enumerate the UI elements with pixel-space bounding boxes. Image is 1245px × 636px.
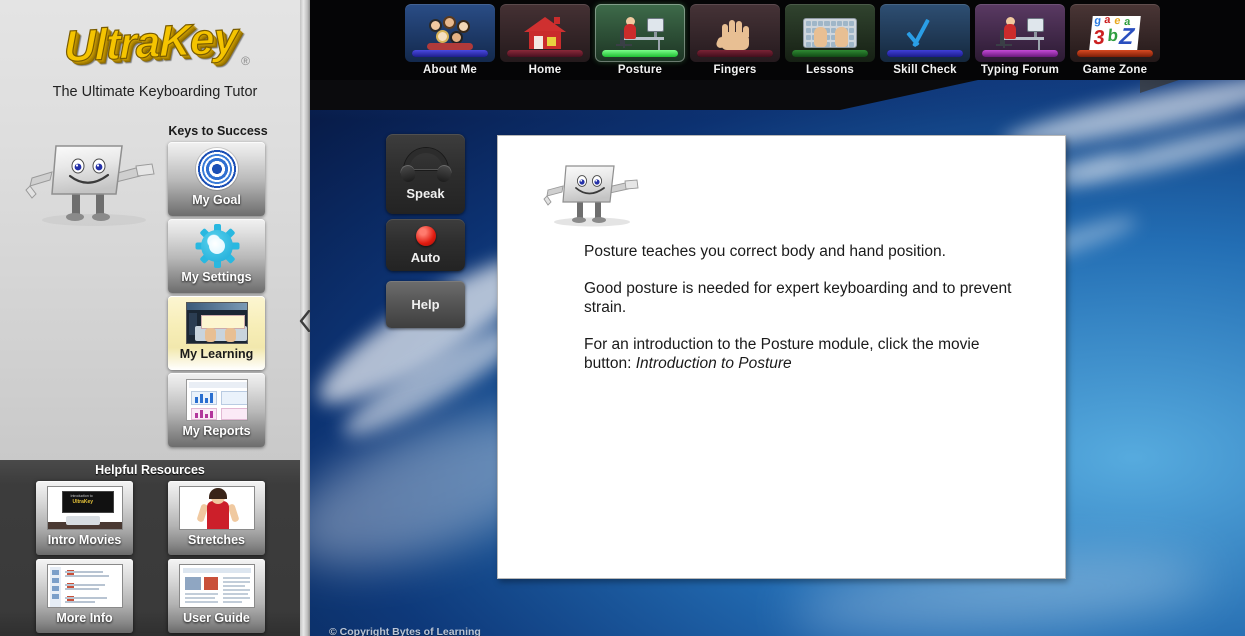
gear-icon [186, 224, 248, 268]
content-panel: Posture teaches you correct body and han… [497, 135, 1066, 579]
ultrakey-application-window: About Me Home Posture Fingers Lessons Sk… [0, 0, 1245, 636]
description-paragraph-1: Posture teaches you correct body and han… [584, 243, 946, 260]
resource-label: User Guide [183, 611, 250, 625]
sidebar-item-my-learning[interactable]: My Learning [168, 296, 265, 370]
resource-button-user-guide[interactable]: User Guide [168, 559, 265, 633]
mascot-character [16, 132, 166, 228]
checkmark-icon [908, 16, 942, 50]
module-progress-bar [507, 50, 583, 57]
nav-label: Skill Check [893, 64, 957, 76]
copyright-notice: © Copyright Bytes of Learning [329, 626, 481, 636]
nav-label: Typing Forum [980, 64, 1060, 76]
module-navigation-bar: About Me Home Posture Fingers Lessons Sk… [310, 0, 1245, 80]
target-icon [186, 147, 248, 191]
keys-to-success-header: Keys to Success [168, 124, 268, 138]
speak-button[interactable]: Speak [386, 134, 465, 214]
module-progress-bar [792, 50, 868, 57]
user-guide-thumbnail-icon [178, 564, 255, 608]
nav-label: Lessons [805, 64, 855, 76]
module-progress-bar [887, 50, 963, 57]
resource-label: Intro Movies [47, 533, 122, 547]
logo-wordmark: UltraKey [63, 13, 238, 72]
house-icon [524, 17, 566, 49]
sidebar-item-label: My Settings [181, 270, 252, 284]
left-sidebar: UltraKey ® The Ultimate Keyboarding Tutor [0, 0, 312, 636]
more-info-thumbnail-icon [46, 564, 123, 608]
registered-trademark-symbol: ® [241, 54, 250, 68]
helpful-resources-header: Helpful Resources [95, 463, 205, 477]
sidebar-item-label: My Learning [179, 347, 254, 361]
description-paragraph-3: For an introduction to the Posture modul… [584, 335, 1031, 374]
nav-tile [785, 4, 875, 62]
help-label: Help [411, 297, 440, 312]
desk-scene-icon [614, 16, 666, 50]
nav-button-about-me[interactable]: About Me [403, 0, 497, 78]
app-tagline: The Ultimate Keyboarding Tutor [52, 84, 258, 100]
nav-button-home[interactable]: Home [498, 0, 592, 78]
app-logo: UltraKey ® [0, 0, 310, 72]
intro-movie-thumbnail-icon: Introduction to UltraKey [46, 486, 123, 530]
auto-button[interactable]: Auto [386, 219, 465, 271]
nav-tile [690, 4, 780, 62]
module-progress-bar [982, 50, 1058, 57]
nav-label: Posture [617, 64, 663, 76]
nav-tile [595, 4, 685, 62]
reports-chart-icon [185, 378, 248, 422]
sidebar-item-label: My Reports [182, 424, 251, 438]
nav-tile [975, 4, 1065, 62]
nav-button-posture[interactable]: Posture [593, 0, 687, 78]
keyboard-hands-icon [803, 18, 857, 48]
speak-label: Speak [406, 185, 445, 201]
module-progress-bar [602, 50, 678, 57]
learning-thumbnail-icon [185, 301, 248, 345]
nav-button-lessons[interactable]: Lessons [783, 0, 877, 78]
module-progress-bar [697, 50, 773, 57]
record-dot-icon [415, 225, 436, 246]
forum-desk-icon [994, 16, 1046, 50]
nav-button-game-zone[interactable]: gaea 3bZ Game Zone [1068, 0, 1162, 78]
game-letters-icon: gaea 3bZ [1089, 14, 1141, 50]
sidebar-item-my-reports[interactable]: My Reports [168, 373, 265, 447]
stretches-thumbnail-icon [178, 486, 255, 530]
sidebar-item-label: My Goal [192, 193, 241, 207]
resource-label: Stretches [188, 533, 245, 547]
movie-title-emphasis: Introduction to Posture [635, 355, 792, 373]
description-paragraph-2: Good posture is needed for expert keyboa… [584, 279, 1012, 317]
module-description-text: Posture teaches you correct body and han… [584, 242, 1031, 374]
resource-label: More Info [56, 611, 113, 625]
people-icon [425, 16, 475, 50]
media-controls-panel: Speak Auto Help [386, 134, 466, 333]
help-button[interactable]: Help [386, 281, 465, 328]
resource-button-more-info[interactable]: More Info [36, 559, 133, 633]
hand-icon [715, 16, 753, 50]
nav-button-skill-check[interactable]: Skill Check [878, 0, 972, 78]
nav-tile [405, 4, 495, 62]
nav-label: Home [528, 64, 562, 76]
nav-tile [500, 4, 590, 62]
sidebar-item-my-goal[interactable]: My Goal [168, 142, 265, 216]
sidebar-collapse-chevron-left-icon[interactable] [298, 300, 312, 342]
auto-label: Auto [410, 249, 441, 265]
resource-button-stretches[interactable]: Stretches [168, 481, 265, 555]
nav-label: Fingers [713, 64, 757, 76]
headphones-icon [398, 147, 453, 183]
mascot-character [536, 156, 646, 228]
module-progress-bar [412, 50, 488, 57]
module-progress-bar [1077, 50, 1153, 57]
resource-button-intro-movies[interactable]: Introduction to UltraKey Intro Movies [36, 481, 133, 555]
nav-label: Game Zone [1082, 64, 1148, 76]
nav-button-fingers[interactable]: Fingers [688, 0, 782, 78]
sidebar-item-my-settings[interactable]: My Settings [168, 219, 265, 293]
nav-label: About Me [423, 64, 477, 76]
nav-tile [880, 4, 970, 62]
sidebar-upper-section: UltraKey ® The Ultimate Keyboarding Tutor [0, 0, 310, 460]
nav-tile: gaea 3bZ [1070, 4, 1160, 62]
nav-button-typing-forum[interactable]: Typing Forum [973, 0, 1067, 78]
